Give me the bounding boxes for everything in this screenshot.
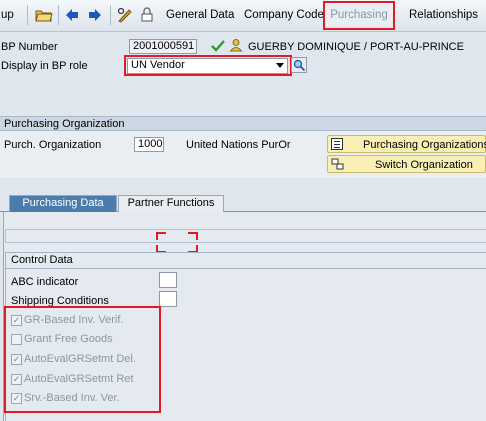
tab-partner-functions[interactable]: Partner Functions [118,195,224,212]
application-toolbar: up General Data Company Code Purchasing … [0,0,486,32]
bp-number-field[interactable]: 2001000591 [129,39,197,54]
tab-purchasing-data[interactable]: Purchasing Data [9,195,117,212]
purchasing-organizations-label: Purchasing Organizations [363,139,486,151]
company-code-button[interactable]: Company Code [244,9,324,21]
toolbar-separator [58,5,59,25]
purchasing-organization-header: Purchasing Organization [0,116,486,131]
back-arrow-icon[interactable] [64,7,80,23]
person-icon [229,38,243,52]
relationships-button[interactable]: Relationships [409,9,478,21]
purchasing-organizations-button[interactable]: Purchasing Organizations [327,135,486,153]
toolbar-separator [27,5,28,25]
toolbar-separator [110,5,111,25]
checkmark-icon [211,39,225,53]
switch-role-icon[interactable] [291,57,307,73]
general-data-button[interactable]: General Data [166,9,234,21]
display-change-icon[interactable] [117,7,133,23]
control-data-title: Control Data [11,254,73,266]
abc-indicator-label: ABC indicator [11,276,79,288]
purch-org-field[interactable]: 1000 [134,137,164,152]
switch-organization-button[interactable]: Switch Organization [327,155,486,173]
display-role-label: Display in BP role [1,60,88,72]
open-folder-icon[interactable] [35,7,53,23]
highlight-box-checkboxes [4,306,161,413]
switch-organization-label: Switch Organization [375,159,473,171]
focus-corner-marker [188,232,198,240]
where-used-icon[interactable] [139,7,155,23]
purch-org-description: United Nations PurOr [186,139,291,151]
highlight-box-role [124,55,292,76]
highlight-box-purchasing [323,1,395,30]
switch-icon [331,158,344,170]
toolbar-truncated-label: up [1,9,14,21]
forward-arrow-icon[interactable] [87,7,103,23]
list-icon [331,138,343,150]
bp-name-text: GUERBY DOMINIQUE / PORT-AU-PRINCE [248,41,464,53]
focus-corner-marker [156,232,166,240]
group-title-divider [5,268,486,269]
bp-number-label: BP Number [1,41,58,53]
shipping-conditions-field[interactable] [159,291,177,307]
abc-indicator-field[interactable] [159,272,177,288]
purch-org-label: Purch. Organization [4,139,102,151]
scroll-handle [5,229,486,243]
